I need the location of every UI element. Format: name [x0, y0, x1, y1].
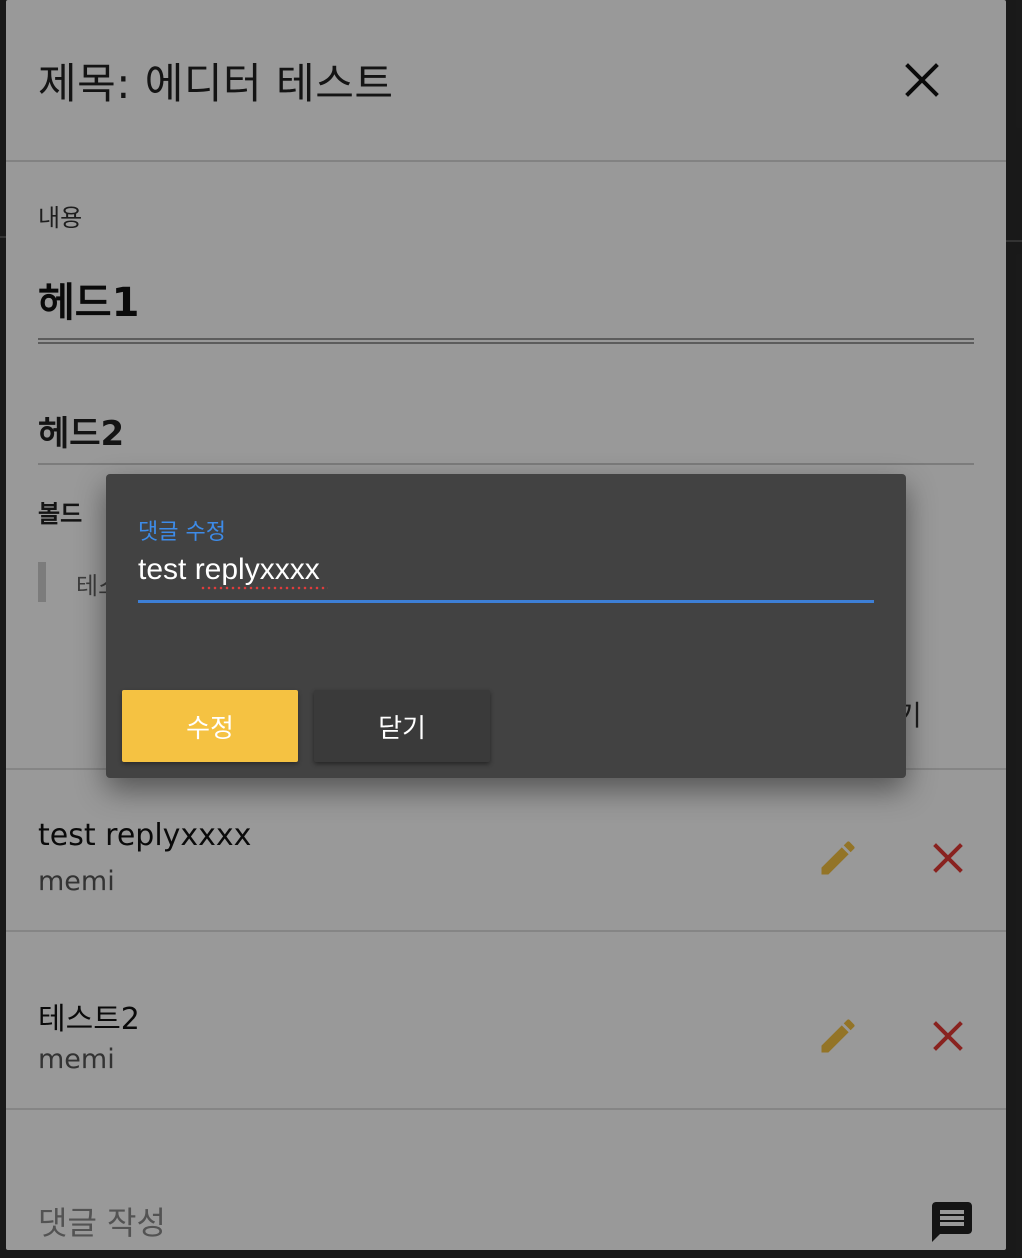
edit-comment-label: 댓글 수정	[138, 520, 226, 545]
input-focus-underline	[138, 600, 874, 603]
submit-edit-button[interactable]: 수정	[122, 690, 298, 762]
edit-comment-dialog: 댓글 수정 수정 닫기	[106, 474, 906, 778]
edit-comment-input[interactable]	[138, 552, 874, 588]
close-dialog-button[interactable]: 닫기	[314, 690, 490, 762]
spellcheck-underline	[200, 586, 328, 590]
